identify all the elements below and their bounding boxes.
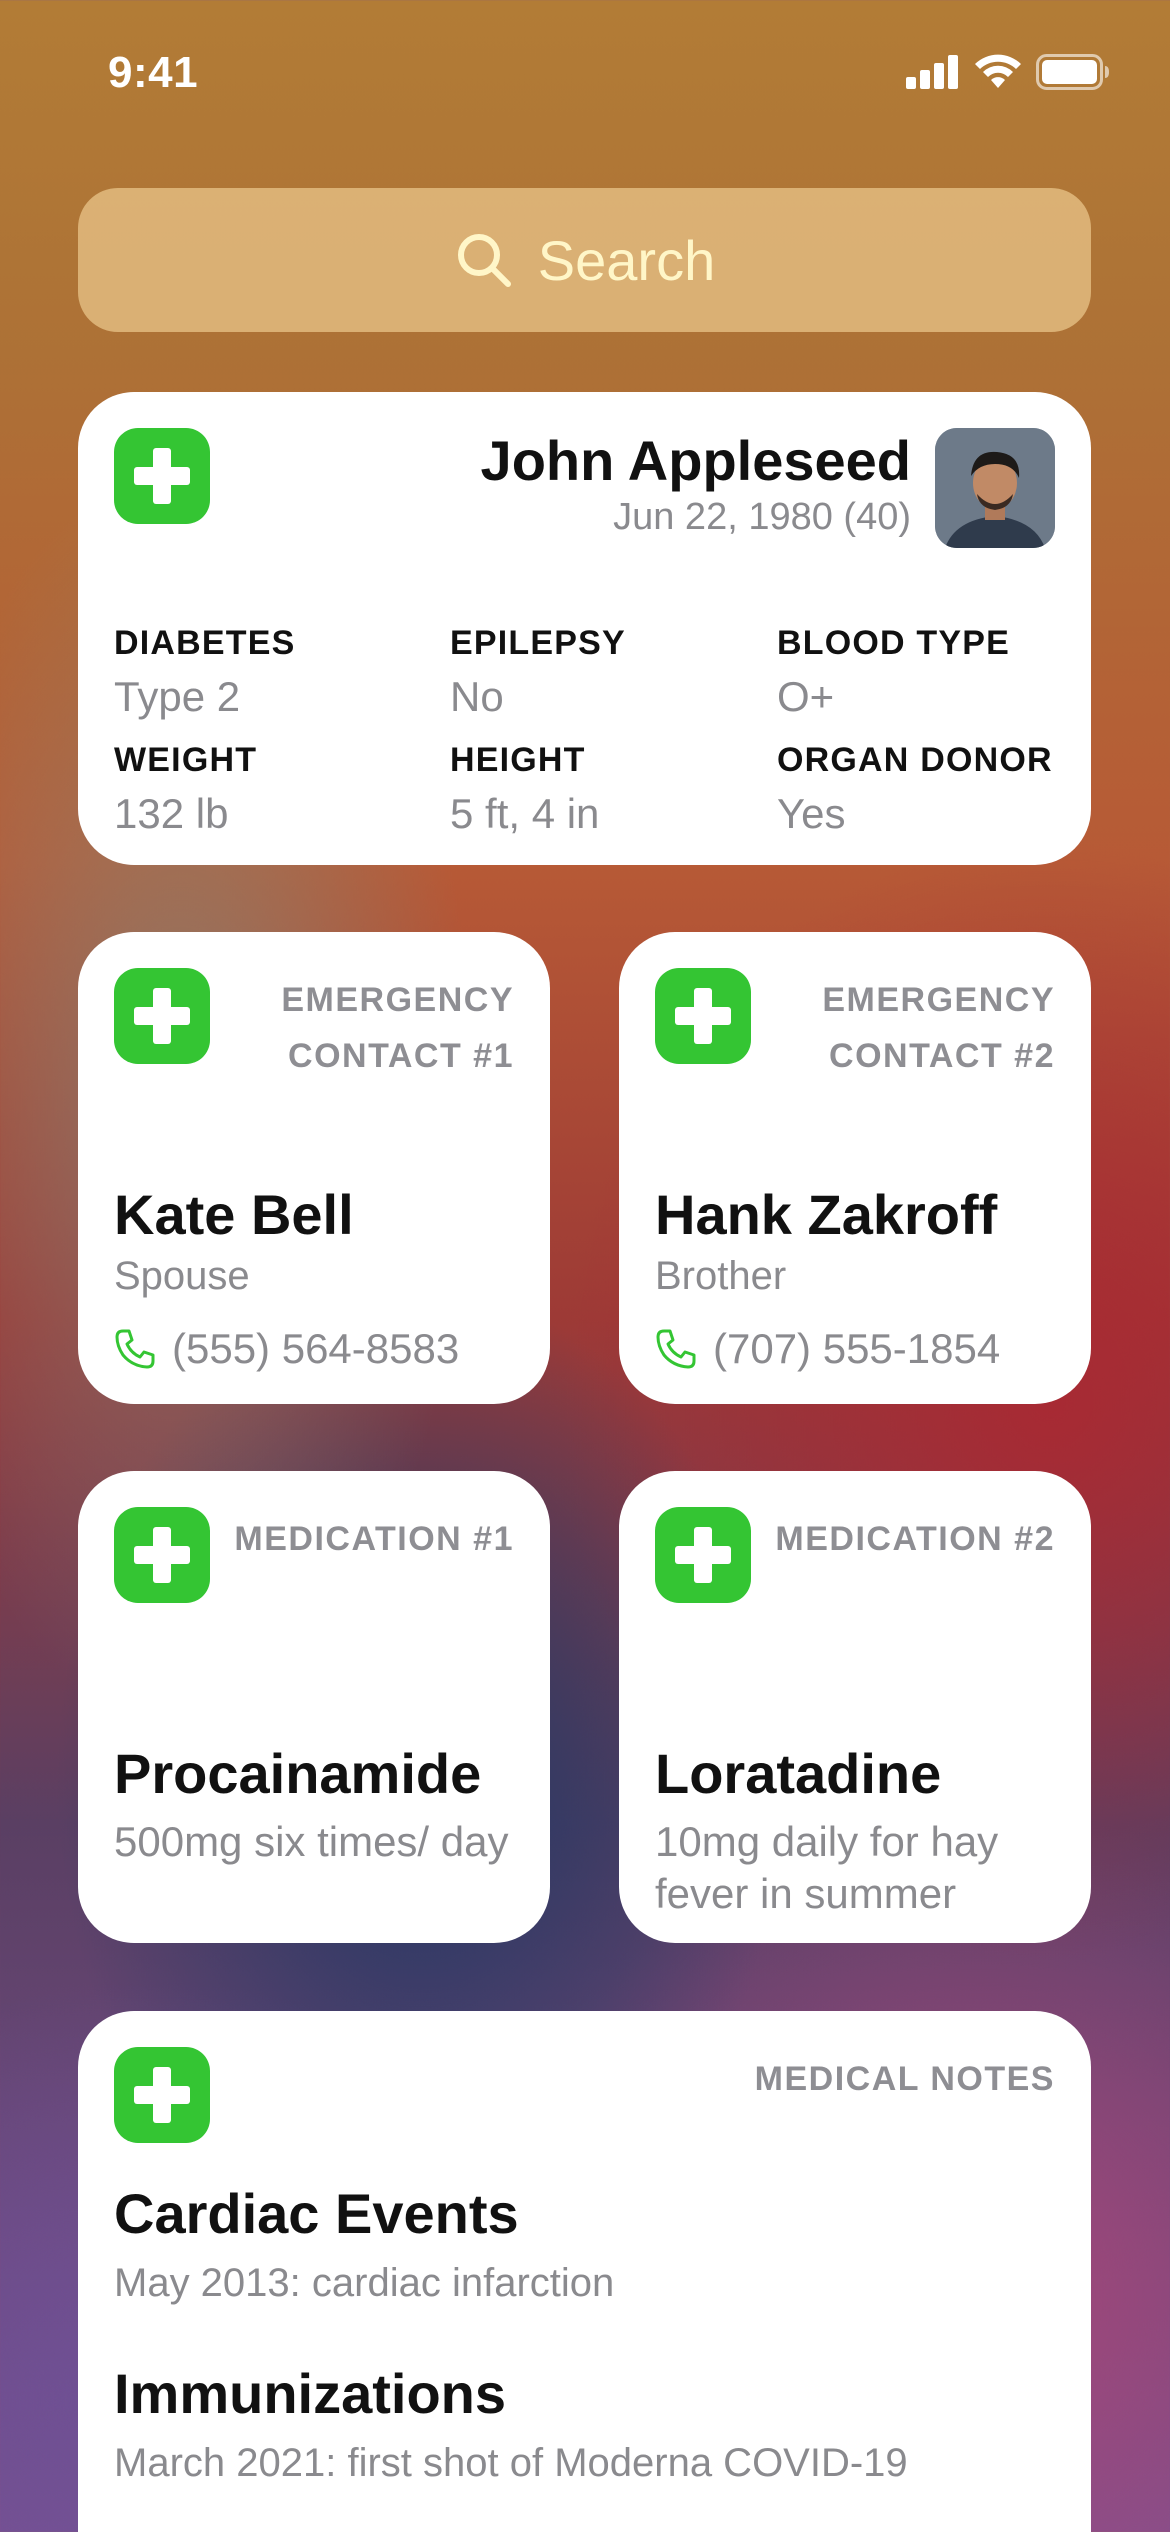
medical-id-plus-icon (655, 968, 751, 1064)
card-header-line: EMERGENCY (281, 981, 514, 1019)
profile-dob: Jun 22, 1980 (40) (613, 496, 911, 538)
info-value: 5 ft, 4 in (450, 790, 600, 837)
status-icons (906, 54, 1110, 90)
note-text: March 2021: first shot of Moderna COVID-… (114, 2441, 908, 2485)
battery-icon (1036, 54, 1109, 90)
phone-icon (656, 1329, 696, 1369)
info-label: HEIGHT (450, 741, 586, 779)
avatar (935, 428, 1055, 548)
status-time: 9:41 (108, 48, 199, 97)
contact-phone: (707) 555-1854 (713, 1325, 1001, 1372)
info-value: O+ (777, 673, 835, 720)
contact-name: Hank Zakroff (655, 1183, 998, 1246)
cellular-signal-icon (906, 55, 958, 89)
medical-id-plus-icon (114, 428, 210, 524)
emergency-contact-card-2[interactable]: EMERGENCY CONTACT #2 Hank Zakroff Brothe… (619, 932, 1091, 1404)
card-header: MEDICATION #1 (234, 1520, 514, 1558)
medical-id-plus-icon (114, 968, 210, 1064)
info-value: No (450, 673, 504, 720)
search-placeholder: Search (537, 228, 716, 292)
note-title: Immunizations (114, 2362, 507, 2425)
medical-id-plus-icon (114, 2047, 210, 2143)
medication-card-1[interactable]: MEDICATION #1 Procainamide 500mg six tim… (78, 1471, 550, 1943)
contact-relation: Brother (655, 1254, 787, 1298)
info-label: ORGAN DONOR (777, 741, 1053, 779)
card-header-line: CONTACT #1 (288, 1037, 514, 1075)
avatar-photo (935, 428, 1055, 548)
contact-phone: (555) 564-8583 (172, 1325, 460, 1372)
info-label: DIABETES (114, 624, 296, 662)
contact-phone-link[interactable]: (707) 555-1854 (655, 1325, 1000, 1373)
medical-notes-card[interactable]: MEDICAL NOTES Cardiac Events May 2013: c… (78, 2011, 1091, 2532)
info-label: BLOOD TYPE (777, 624, 1011, 662)
medical-id-profile-card[interactable]: John Appleseed Jun 22, 1980 (40) DIABETE… (78, 392, 1091, 865)
status-bar: 9:41 (0, 0, 1170, 150)
info-height: HEIGHT 5 ft, 4 in (450, 741, 599, 838)
wifi-icon (975, 54, 1021, 88)
medical-id-plus-icon (655, 1507, 751, 1603)
emergency-contact-card-1[interactable]: EMERGENCY CONTACT #1 Kate Bell Spouse (5… (78, 932, 550, 1404)
card-header: EMERGENCY CONTACT #2 (822, 972, 1055, 1084)
contact-name: Kate Bell (114, 1183, 354, 1246)
info-diabetes: DIABETES Type 2 (114, 624, 296, 721)
note-text: May 2013: cardiac infarction (114, 2261, 615, 2305)
contact-phone-link[interactable]: (555) 564-8583 (114, 1325, 459, 1373)
info-value: Type 2 (114, 673, 241, 720)
search-icon (457, 234, 511, 287)
info-value: Yes (777, 790, 846, 837)
info-blood-type: BLOOD TYPE O+ (777, 624, 1010, 721)
info-organ-donor: ORGAN DONOR Yes (777, 741, 1053, 838)
contact-relation: Spouse (114, 1254, 250, 1298)
medication-dose: 10mg daily for hay fever in summer (655, 1818, 999, 1917)
info-epilepsy: EPILEPSY No (450, 624, 626, 721)
medication-name: Loratadine (655, 1742, 942, 1805)
profile-name: John Appleseed (480, 429, 911, 492)
info-label: WEIGHT (114, 741, 258, 779)
card-header-line: EMERGENCY (822, 981, 1055, 1019)
medication-name: Procainamide (114, 1742, 482, 1805)
card-header-line: CONTACT #2 (829, 1037, 1055, 1075)
note-title: Cardiac Events (114, 2182, 519, 2245)
phone-icon (115, 1329, 155, 1369)
card-header: MEDICAL NOTES (754, 2060, 1055, 2098)
search-bar[interactable]: Search (78, 188, 1091, 332)
info-weight: WEIGHT 132 lb (114, 741, 257, 838)
info-label: EPILEPSY (450, 624, 626, 662)
card-header: MEDICATION #2 (775, 1520, 1055, 1558)
card-header: EMERGENCY CONTACT #1 (281, 972, 514, 1084)
medication-card-2[interactable]: MEDICATION #2 Loratadine 10mg daily for … (619, 1471, 1091, 1943)
info-value: 132 lb (114, 790, 229, 837)
medication-dose: 500mg six times/ day (114, 1818, 509, 1865)
medical-id-plus-icon (114, 1507, 210, 1603)
